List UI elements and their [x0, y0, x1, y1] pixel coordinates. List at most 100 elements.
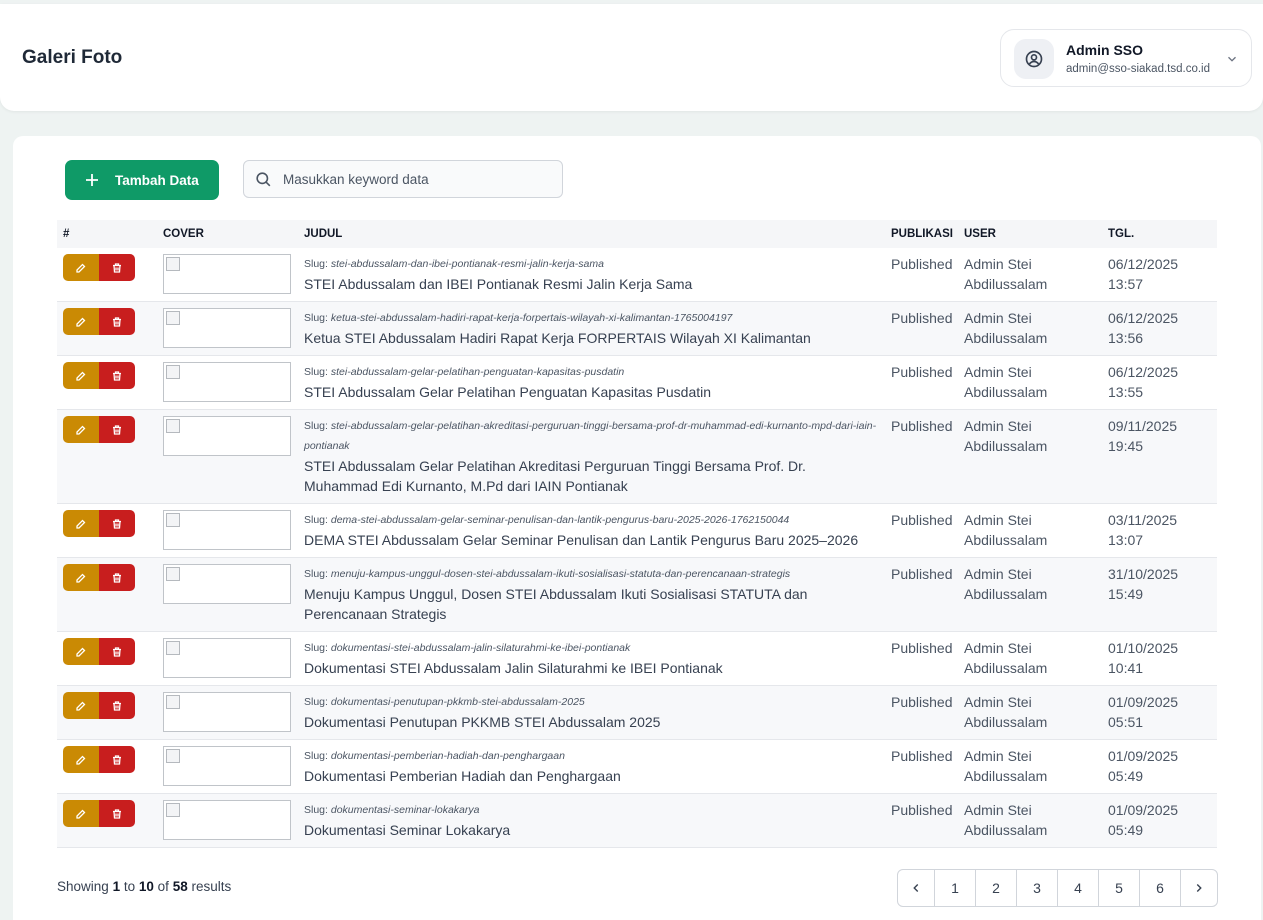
user-email: admin@sso-siakad.tsd.co.id [1066, 63, 1210, 75]
edit-button[interactable] [63, 510, 99, 537]
edit-button[interactable] [63, 638, 99, 665]
chevron-right-icon [1196, 884, 1202, 892]
edit-button[interactable] [63, 564, 99, 591]
page-button-4[interactable]: 4 [1058, 870, 1099, 906]
cover-image [163, 362, 291, 402]
edit-icon [76, 425, 86, 435]
broken-image-icon [166, 567, 180, 581]
edit-button[interactable] [63, 746, 99, 773]
delete-button[interactable] [99, 254, 135, 281]
date-value: 06/12/2025 [1108, 256, 1179, 272]
status-cell: Published [885, 685, 958, 740]
row-actions [63, 308, 135, 335]
user-cell: Admin Stei Abdilussalam [958, 685, 1102, 740]
delete-button[interactable] [99, 510, 135, 537]
delete-button[interactable] [99, 800, 135, 827]
showing-of-word: of [157, 879, 169, 894]
edit-button[interactable] [63, 254, 99, 281]
table-row: Slug: dema-stei-abdussalam-gelar-seminar… [57, 503, 1217, 558]
user-menu[interactable]: Admin SSO admin@sso-siakad.tsd.co.id [1000, 29, 1252, 87]
item-title: STEI Abdussalam Gelar Pelatihan Penguata… [304, 384, 712, 400]
time-value: 05:49 [1108, 822, 1144, 838]
pagination: 1 2 3 4 5 6 [897, 869, 1218, 907]
slug-value: dokumentasi-seminar-lokakarya [330, 804, 480, 816]
cover-image [163, 308, 291, 348]
delete-button[interactable] [99, 308, 135, 335]
table-row: Slug: ketua-stei-abdussalam-hadiri-rapat… [57, 301, 1217, 356]
page-button-1[interactable]: 1 [935, 870, 976, 906]
slug-label: Slug: [304, 366, 328, 378]
time-value: 13:57 [1108, 276, 1144, 292]
date-cell: 01/09/2025 05:49 [1102, 793, 1217, 848]
edit-button[interactable] [63, 416, 99, 443]
user-name: Admin SSO [1066, 42, 1144, 58]
cover-image [163, 254, 291, 294]
user-cell: Admin Stei Abdilussalam [958, 793, 1102, 848]
title-cell: Slug: menuju-kampus-unggul-dosen-stei-ab… [298, 557, 885, 632]
slug-label: Slug: [304, 750, 328, 762]
delete-button[interactable] [99, 564, 135, 591]
title-cell: Slug: stei-abdussalam-gelar-pelatihan-pe… [298, 355, 885, 410]
actions-cell [57, 503, 157, 558]
user-cell: Admin Stei Abdilussalam [958, 631, 1102, 686]
edit-button[interactable] [63, 362, 99, 389]
edit-button[interactable] [63, 800, 99, 827]
date-cell: 01/09/2025 05:49 [1102, 739, 1217, 794]
table-row: Slug: stei-abdussalam-dan-ibei-pontianak… [57, 248, 1217, 302]
status-cell: Published [885, 301, 958, 356]
item-title: Dokumentasi Penutupan PKKMB STEI Abdussa… [304, 714, 661, 730]
edit-button[interactable] [63, 308, 99, 335]
table-header-row: # COVER JUDUL PUBLIKASI USER TGL. [57, 220, 1217, 248]
delete-button[interactable] [99, 692, 135, 719]
delete-button[interactable] [99, 362, 135, 389]
delete-button[interactable] [99, 638, 135, 665]
date-cell: 01/10/2025 10:41 [1102, 631, 1217, 686]
page-button-2[interactable]: 2 [976, 870, 1017, 906]
cover-cell [157, 409, 298, 504]
actions-cell [57, 409, 157, 504]
add-data-button[interactable]: Tambah Data [65, 160, 219, 200]
slug-line: Slug: ketua-stei-abdussalam-hadiri-rapat… [304, 308, 879, 328]
slug-line: Slug: stei-abdussalam-gelar-pelatihan-pe… [304, 362, 879, 382]
page-button-5[interactable]: 5 [1099, 870, 1140, 906]
title-cell: Slug: dokumentasi-stei-abdussalam-jalin-… [298, 631, 885, 686]
cover-cell [157, 503, 298, 558]
row-actions [63, 416, 135, 443]
page-button-6[interactable]: 6 [1140, 870, 1181, 906]
edit-button[interactable] [63, 692, 99, 719]
search-icon [256, 171, 271, 186]
search-input[interactable] [283, 171, 553, 187]
trash-icon [113, 316, 121, 327]
showing-to: 10 [138, 879, 154, 894]
edit-icon [76, 263, 86, 273]
status-cell: Published [885, 631, 958, 686]
date-value: 01/10/2025 [1108, 640, 1179, 656]
user-cell: Admin Stei Abdilussalam [958, 739, 1102, 794]
broken-image-icon [166, 749, 180, 763]
top-header: Galeri Foto Admin SSO admin@sso-siakad.t… [0, 4, 1263, 111]
showing-total: 58 [172, 879, 188, 894]
user-cell: Admin Stei Abdilussalam [958, 355, 1102, 410]
next-page-button[interactable] [1181, 870, 1217, 906]
slug-line: Slug: stei-abdussalam-dan-ibei-pontianak… [304, 254, 879, 274]
chevron-down-icon[interactable] [1225, 52, 1239, 66]
row-actions [63, 692, 135, 719]
trash-icon [113, 754, 121, 765]
date-cell: 01/09/2025 05:51 [1102, 685, 1217, 740]
trash-icon [113, 700, 121, 711]
trash-icon [113, 262, 121, 273]
delete-button[interactable] [99, 416, 135, 443]
time-value: 05:51 [1108, 714, 1144, 730]
slug-label: Slug: [304, 568, 328, 580]
row-actions [63, 254, 135, 281]
prev-page-button[interactable] [898, 870, 935, 906]
slug-value: ketua-stei-abdussalam-hadiri-rapat-kerja… [330, 312, 733, 324]
page-button-3[interactable]: 3 [1017, 870, 1058, 906]
delete-button[interactable] [99, 746, 135, 773]
table-row: Slug: dokumentasi-pemberian-hadiah-dan-p… [57, 739, 1217, 794]
time-value: 19:45 [1108, 438, 1144, 454]
status-cell: Published [885, 739, 958, 794]
avatar [1014, 39, 1054, 79]
date-value: 01/09/2025 [1108, 802, 1179, 818]
row-actions [63, 564, 135, 591]
